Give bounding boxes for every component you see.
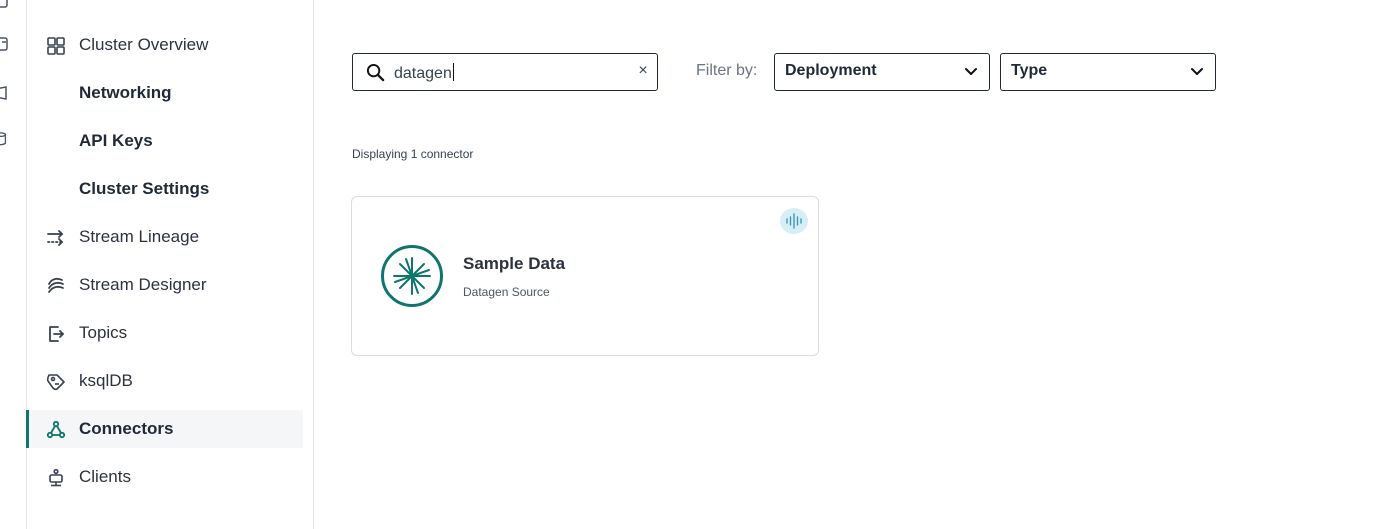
rail-icon-3[interactable]: [0, 86, 8, 100]
sidebar-item-cluster-overview[interactable]: Cluster Overview: [27, 26, 303, 64]
sidebar: Cluster Overview Networking API Keys Clu…: [26, 0, 314, 529]
sidebar-item-api-keys[interactable]: API Keys: [27, 122, 303, 160]
sidebar-item-label: Clients: [79, 467, 131, 486]
datagen-logo-icon: [381, 245, 443, 307]
audio-wave-icon: [780, 208, 808, 234]
sidebar-item-stream-designer[interactable]: Stream Designer: [27, 266, 303, 304]
filter-label: Filter by:: [696, 62, 758, 79]
deployment-select[interactable]: Deployment: [774, 53, 990, 91]
sidebar-item-topics[interactable]: Topics: [27, 314, 303, 352]
type-select-value: Type: [1011, 62, 1048, 79]
sidebar-item-label: Stream Lineage: [79, 227, 200, 246]
sidebar-item-label: Networking: [79, 83, 172, 102]
sidebar-item-label: Connectors: [79, 419, 174, 438]
connector-subtitle: Datagen Source: [463, 285, 550, 299]
rail-icon-2[interactable]: [0, 37, 8, 51]
clear-search-button[interactable]: ×: [635, 62, 651, 80]
chevron-down-icon: [965, 68, 977, 75]
stream-lineage-icon: [47, 230, 64, 246]
sidebar-item-label: ksqlDB: [79, 371, 133, 390]
stream-designer-icon: [48, 277, 64, 293]
deployment-select-value: Deployment: [785, 62, 877, 79]
search-value[interactable]: datagen: [394, 63, 454, 83]
ksqldb-icon: [46, 374, 65, 391]
connectors-icon: [46, 420, 66, 439]
icon-rail: [0, 0, 27, 529]
sidebar-item-label: Cluster Settings: [79, 179, 210, 198]
sidebar-item-label: Cluster Overview: [79, 35, 209, 54]
sidebar-item-label: API Keys: [79, 131, 153, 150]
sidebar-item-clients[interactable]: Clients: [27, 458, 303, 496]
sidebar-item-label: Stream Designer: [79, 275, 207, 294]
sidebar-item-stream-lineage[interactable]: Stream Lineage: [27, 218, 303, 256]
rail-icon-4[interactable]: [0, 132, 8, 146]
grid-icon: [47, 37, 65, 55]
search-input[interactable]: datagen ×: [352, 53, 658, 91]
text-cursor: [452, 63, 454, 81]
sidebar-item-ksqldb[interactable]: ksqlDB: [27, 362, 303, 400]
sidebar-item-label: Topics: [79, 323, 128, 342]
rail-icon-1[interactable]: [0, 0, 8, 8]
type-select[interactable]: Type: [1000, 53, 1216, 91]
sidebar-item-networking[interactable]: Networking: [27, 74, 303, 112]
connector-card[interactable]: Sample Data Datagen Source: [351, 196, 819, 356]
connector-title: Sample Data: [463, 254, 566, 273]
sidebar-item-cluster-settings[interactable]: Cluster Settings: [27, 170, 303, 208]
topics-icon: [49, 326, 64, 342]
chevron-down-icon: [1191, 68, 1203, 75]
results-count: Displaying 1 connector: [352, 147, 474, 161]
sidebar-item-connectors[interactable]: Connectors: [26, 410, 303, 448]
clients-icon: [49, 468, 63, 487]
search-icon: [366, 63, 385, 82]
